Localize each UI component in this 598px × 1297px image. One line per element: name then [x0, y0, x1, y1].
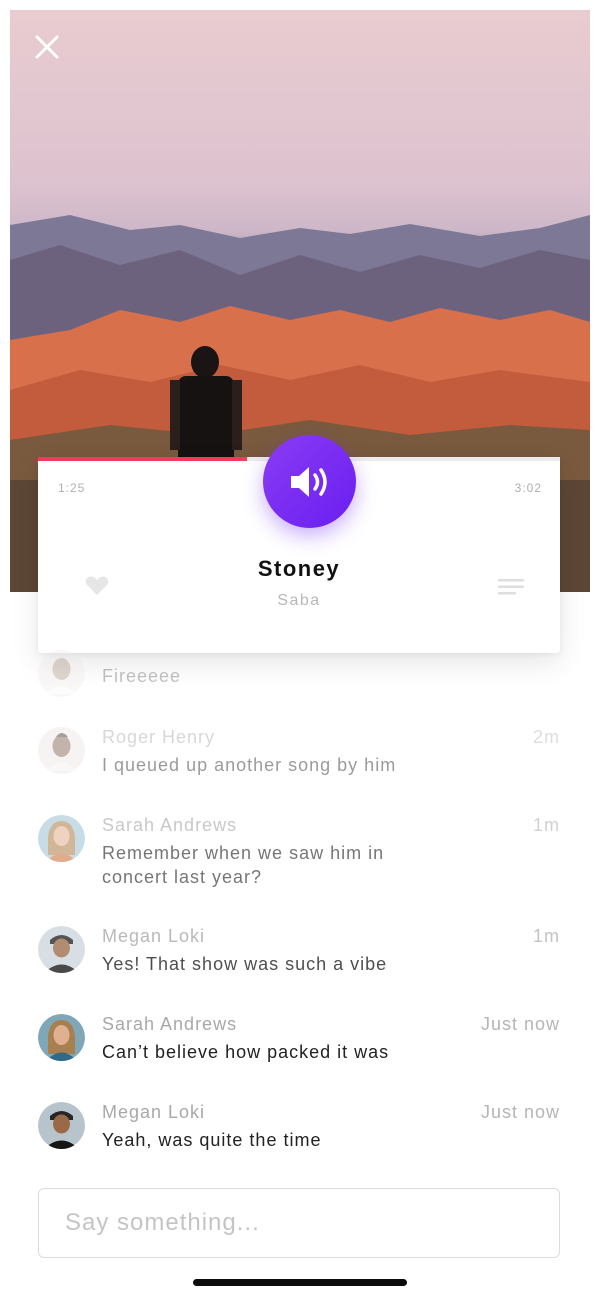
player-card: 1:25 3:02 Stoney Saba [38, 435, 560, 653]
list-item: Roger Henry 2m I queued up another song … [38, 727, 560, 787]
song-artist: Saba [277, 592, 321, 609]
message-text: Can’t believe how packed it was [102, 1042, 390, 1062]
sender-name: Megan Loki [102, 1102, 206, 1122]
list-item: Fireeeee [38, 650, 560, 710]
list-item: Sarah Andrews Just now Can’t believe how… [38, 1014, 560, 1074]
progress-fill [38, 457, 247, 461]
sender-name: Roger Henry [102, 727, 216, 747]
avatar [38, 815, 85, 862]
queue-button[interactable] [498, 578, 524, 601]
close-icon [35, 35, 59, 59]
avatar [38, 926, 85, 973]
message-time: 2m [532, 727, 560, 747]
message-text: Remember when we saw him in concert last… [102, 843, 385, 887]
avatar-megan [38, 1102, 85, 1149]
avatar-sarah [38, 1014, 85, 1061]
message-input[interactable] [38, 1188, 560, 1258]
message-time: 1m [532, 926, 560, 946]
avatar-roger [38, 650, 85, 697]
message-text: I queued up another song by him [102, 755, 397, 775]
message-text: Yeah, was quite the time [102, 1130, 322, 1150]
list-item: Megan Loki 1m Yes! That show was such a … [38, 926, 560, 986]
avatar [38, 650, 85, 697]
close-button[interactable] [32, 32, 62, 62]
avatar [38, 1014, 85, 1061]
play-pause-button[interactable] [263, 435, 356, 528]
sender-name: Sarah Andrews [102, 815, 238, 835]
message-text: Yes! That show was such a vibe [102, 954, 388, 974]
speaker-icon [290, 466, 327, 497]
avatar [38, 727, 85, 774]
total-time: 3:02 [514, 481, 542, 495]
home-indicator [193, 1279, 407, 1286]
message-text: Fireeeee [102, 666, 182, 686]
elapsed-time: 1:25 [58, 481, 86, 495]
message-time: Just now [480, 1014, 560, 1034]
sender-name: Megan Loki [102, 926, 206, 946]
avatar-sarah [38, 815, 85, 862]
avatar-megan [38, 926, 85, 973]
avatar [38, 1102, 85, 1149]
avatar-roger [38, 727, 85, 774]
message-time: Just now [480, 1102, 560, 1122]
menu-icon [498, 579, 524, 595]
song-title: Stoney [257, 556, 341, 581]
sender-name: Sarah Andrews [102, 1014, 238, 1034]
list-item: Sarah Andrews 1m Remember when we saw hi… [38, 815, 560, 887]
message-time: 1m [532, 815, 560, 835]
list-item: Megan Loki Just now Yeah, was quite the … [38, 1102, 560, 1162]
